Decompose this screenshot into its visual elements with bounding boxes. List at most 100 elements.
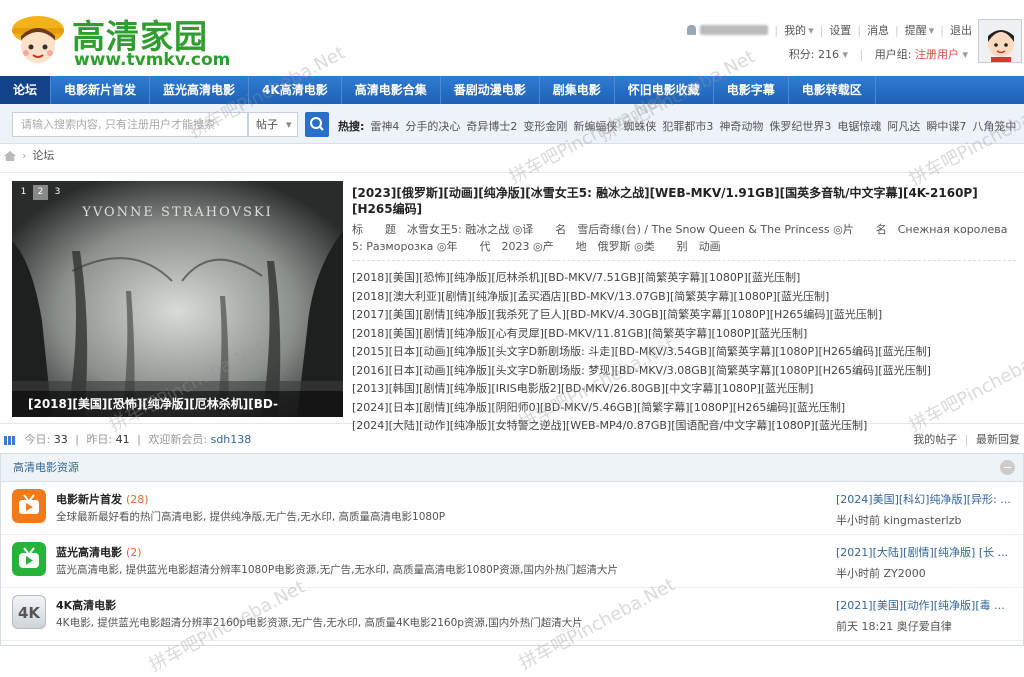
user-icon [687,25,697,35]
home-icon[interactable] [4,151,16,161]
list-item[interactable]: [2018][美国][恐怖][纯净版][厄林杀机][BD-MKV/7.51GB]… [352,269,1016,288]
section-header: 高清电影资源 [1,454,1023,482]
avatar-image [979,20,1021,62]
username-link[interactable] [700,25,769,35]
hot-search-term[interactable]: 犯罪都市3 [662,118,713,134]
welcome-label: 欢迎新会员: [148,433,208,446]
nav-item-forum[interactable]: 论坛 [0,76,52,104]
yesterday-label: 昨日: [86,433,113,446]
tv-app-icon[interactable] [12,542,46,576]
hot-search-label: 热搜: [338,120,365,133]
hot-search-term[interactable]: 新蝙蝠侠 [573,118,617,134]
nav-item-subtitles[interactable]: 电影字幕 [714,76,789,104]
yesterday-count: 41 [115,433,130,446]
section-title[interactable]: 高清电影资源 [13,461,79,474]
messages-link[interactable]: 消息 [867,22,889,38]
hot-search-term[interactable]: 变形金刚 [523,118,567,134]
forum-last-post: [2024]美国][科幻]纯净版][异形: ... 半小时前 kingmaste… [836,491,1016,528]
nav-item-bluray[interactable]: 蓝光高清电影 [150,76,250,104]
slide-poster-text: YVONNE STRAHOVSKI [82,205,273,220]
nav-item-series[interactable]: 剧集电影 [540,76,615,104]
slide-pager-3[interactable]: 3 [50,185,65,200]
latest-replies-link[interactable]: 最新回复 [976,433,1020,446]
search-button[interactable] [305,112,329,137]
featured-post-title[interactable]: [2023][俄罗斯][动画][纯净版][冰雪女王5: 融冰之战][WEB-MK… [352,185,1016,217]
collapse-icon[interactable] [1000,460,1015,475]
mascot-logo-icon [12,16,64,63]
user-group-label: 用户组: [874,48,912,61]
forum-description: 4K电影, 提供蓝光电影超清分辨率2160p电影资源,无广告,无水印, 高质量4… [56,617,583,629]
my-posts-link[interactable]: 我的帖子 [913,433,957,446]
notifications-link[interactable]: 提醒 [905,22,927,38]
forum-last-post: [2021][大陆][剧情][纯净版] [长 ... 半小时前 ZY2000 [836,544,1016,581]
last-post-title[interactable]: [2024]美国][科幻]纯净版][异形: ... [836,491,1016,507]
search-scope-label: 帖子 [256,118,278,131]
hot-search-term[interactable]: 蜘蛛侠 [623,118,656,134]
nav-item-collections[interactable]: 高清电影合集 [342,76,441,104]
forum-name[interactable]: 电影新片首发 (28) [56,491,149,507]
hot-search-term[interactable]: 瞬中谍7 [926,118,966,134]
search-scope-select[interactable]: 帖子 ▾ [248,112,298,137]
slide-pager-1[interactable]: 1 [16,185,31,200]
forum-new-count: (2) [126,546,142,559]
featured-post-list: [2018][美国][恐怖][纯净版][厄林杀机][BD-MKV/7.51GB]… [352,269,1016,436]
user-points-bar: 积分: 216 ▾ | 用户组: 注册用户 ▾ [788,48,968,61]
today-count: 33 [53,433,68,446]
last-post-title[interactable]: [2021][美国][动作][纯净版][毒 ... [836,597,1016,613]
hot-search-term[interactable]: 阿凡达 [887,118,920,134]
my-menu-link[interactable]: 我的 [784,22,806,38]
user-group-link[interactable]: 注册用户 [915,48,959,61]
chevron-right-icon: › [22,149,27,162]
hot-search-term[interactable]: 八角笼中 [972,118,1016,134]
list-item[interactable]: [2018][澳大利亚][剧情][纯净版][孟买酒店][BD-MKV/13.07… [352,288,1016,307]
list-item[interactable]: [2013][韩国][剧情][纯净版][IRIS电影版2][BD-MKV/26.… [352,380,1016,399]
forum-description: 全球最新最好看的热门高清电影, 提供纯净版,无广告,无水印, 高质量高清电影10… [56,511,446,523]
chevron-down-icon: ▾ [286,118,292,131]
new-member-link[interactable]: sdh138 [211,433,252,446]
featured-slideshow[interactable]: 1 2 3 YVONNE STRAHOVSKI [2018][美国][恐怖][纯… [12,181,343,417]
main-nav: 论坛 电影新片首发 蓝光高清电影 4K高清电影 高清电影合集 番剧动漫电影 剧集… [0,76,1024,104]
search-bar: 请输入搜索内容, 只有注册用户才能搜索 帖子 ▾ 热搜: 雷神4 分手的决心 奇异… [0,104,1024,144]
site-url: www.tvmkv.com [74,50,231,70]
points-link[interactable]: 积分: 216 [789,48,839,61]
avatar[interactable] [978,19,1022,63]
hot-search-term[interactable]: 雷神4 [370,118,399,134]
nav-item-new-releases[interactable]: 电影新片首发 [51,76,151,104]
hot-search-term[interactable]: 神奇动物 [719,118,763,134]
featured-area: 1 2 3 YVONNE STRAHOVSKI [2018][美国][恐怖][纯… [0,172,1024,432]
list-item[interactable]: [2015][日本][动画][纯净版][头文字D新剧场版: 斗走][BD-MKV… [352,343,1016,362]
forum-description: 蓝光高清电影, 提供蓝光电影超清分辨率1080P电影资源,无广告,无水印, 高质… [56,564,618,576]
slide-caption[interactable]: [2018][美国][恐怖][纯净版][厄林杀机][BD- [12,391,343,417]
chevron-down-icon: ▾ [928,23,935,37]
today-label: 今日: [24,433,51,446]
forum-row: 4K 4K高清电影 4K电影, 提供蓝光电影超清分辨率2160p电影资源,无广告… [1,588,1023,641]
forum-stats: 今日: 33 | 昨日: 41 | 欢迎新会员: sdh138 我的帖子 | 最… [0,431,1024,449]
slide-pager-2[interactable]: 2 [33,185,48,200]
nav-item-reposts[interactable]: 电影转载区 [789,76,876,104]
nav-item-classics[interactable]: 怀旧电影收藏 [615,76,714,104]
list-item[interactable]: [2024][日本][剧情][纯净版][阴阳师0][BD-MKV/5.46GB]… [352,399,1016,418]
site-logo[interactable]: 高清家园 www.tvmkv.com [8,8,230,70]
forum-last-post: [2021][美国][动作][纯净版][毒 ... 前天 18:21 奥仔爱自律 [836,597,1016,634]
hot-search-list: 热搜: 雷神4 分手的决心 奇异博士2 变形金刚 新蝙蝠侠 蜘蛛侠 犯罪都市3 … [338,118,1016,134]
hot-search-term[interactable]: 分手的决心 [405,118,460,134]
search-input[interactable]: 请输入搜索内容, 只有注册用户才能搜索 [12,112,248,137]
forum-section: 高清电影资源 电影新片首发 (28) 全球最新最好看的热门高清电影, 提供纯净版,… [0,453,1024,646]
list-item[interactable]: [2018][美国][剧情][纯净版][心有灵犀][BD-MKV/11.81GB… [352,325,1016,344]
hot-search-term[interactable]: 奇异博士2 [466,118,517,134]
list-item[interactable]: [2016][日本][动画][纯净版][头文字D新剧场版: 梦现][BD-MKV… [352,362,1016,381]
list-item[interactable]: [2017][美国][剧情][纯净版][我杀死了巨人][BD-MKV/4.30G… [352,306,1016,325]
forum-row: 电影新片首发 (28) 全球最新最好看的热门高清电影, 提供纯净版,无广告,无水印… [1,482,1023,535]
logout-link[interactable]: 退出 [950,22,972,38]
forum-name[interactable]: 4K高清电影 [56,597,120,613]
4k-icon[interactable]: 4K [12,595,46,629]
settings-link[interactable]: 设置 [829,22,851,38]
hot-search-term[interactable]: 侏罗纪世界3 [769,118,831,134]
last-post-title[interactable]: [2021][大陆][剧情][纯净版] [长 ... [836,544,1016,560]
tv-app-icon[interactable] [12,489,46,523]
forum-name[interactable]: 蓝光高清电影 (2) [56,544,142,560]
hot-search-term[interactable]: 电锯惊魂 [837,118,881,134]
breadcrumb-current[interactable]: 论坛 [32,149,54,162]
nav-item-4k[interactable]: 4K高清电影 [249,76,342,104]
nav-item-anime[interactable]: 番剧动漫电影 [441,76,540,104]
